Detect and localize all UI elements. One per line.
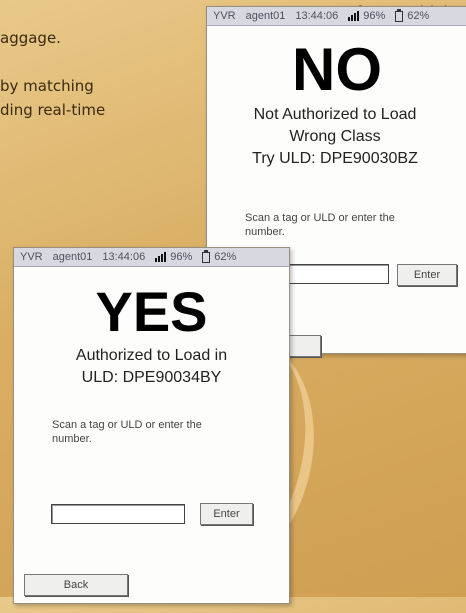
yes-status-bar: YVR agent01 13:44:06 96% 62% bbox=[14, 248, 289, 267]
battery-icon bbox=[395, 8, 404, 22]
result-message: Not Authorized to Load Wrong Class Try U… bbox=[193, 104, 466, 170]
battery-level: 62% bbox=[214, 251, 237, 263]
enter-button[interactable]: Enter bbox=[200, 503, 253, 525]
message-line-3: Try ULD: DPE90030BZ bbox=[252, 150, 418, 167]
message-line-2: Wrong Class bbox=[289, 128, 381, 145]
background-text-4: ding real-time bbox=[0, 101, 106, 119]
station-code: YVR bbox=[20, 251, 43, 263]
scan-prompt: Scan a tag or ULD or enter the number. bbox=[52, 419, 202, 445]
background-text-3: by matching bbox=[0, 77, 94, 95]
scan-prompt: Scan a tag or ULD or enter the number. bbox=[245, 212, 395, 238]
back-button[interactable]: Back bbox=[24, 574, 128, 596]
battery-icon bbox=[202, 249, 211, 263]
background-text-2: aggage. bbox=[0, 29, 61, 47]
clock-time: 13:44:06 bbox=[102, 251, 146, 263]
battery-level: 62% bbox=[407, 10, 430, 22]
agent-name: agent01 bbox=[245, 10, 286, 22]
result-word: NO bbox=[292, 36, 382, 103]
signal-strength: 96% bbox=[170, 251, 193, 263]
message-line-2: ULD: DPE90034BY bbox=[81, 369, 222, 386]
number-input[interactable] bbox=[51, 504, 185, 524]
station-code: YVR bbox=[213, 10, 236, 22]
signal-icon bbox=[348, 11, 360, 21]
no-status-bar: YVR agent01 13:44:06 96% 62% bbox=[207, 7, 466, 26]
signal-strength: 96% bbox=[363, 10, 386, 22]
clock-time: 13:44:06 bbox=[295, 10, 339, 22]
message-line-1: Not Authorized to Load bbox=[253, 106, 417, 123]
result-message: Authorized to Load in ULD: DPE90034BY bbox=[14, 345, 289, 389]
enter-button[interactable]: Enter bbox=[397, 264, 457, 286]
message-line-1: Authorized to Load in bbox=[75, 347, 228, 364]
result-word: YES bbox=[95, 280, 208, 343]
yes-screen: YVR agent01 13:44:06 96% 62% YES Authori… bbox=[13, 247, 290, 604]
agent-name: agent01 bbox=[52, 251, 93, 263]
signal-icon bbox=[155, 252, 167, 262]
